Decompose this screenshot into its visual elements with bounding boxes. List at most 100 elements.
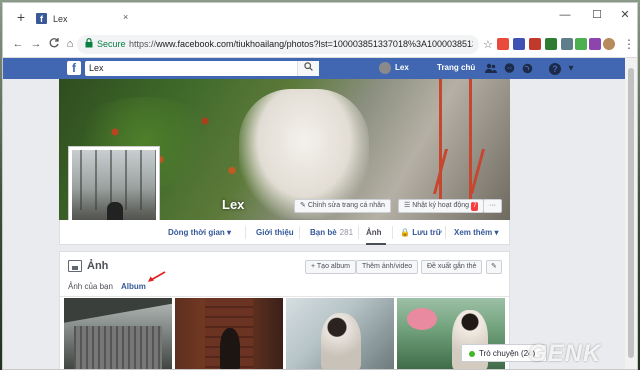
tab-photos[interactable]: Ảnh bbox=[366, 228, 382, 237]
online-status-icon bbox=[469, 351, 475, 357]
page-content: Lex ✎ Chỉnh sửa trang cá nhân ☰ Nhật ký … bbox=[3, 79, 625, 369]
more-options-button[interactable]: ··· bbox=[483, 199, 502, 213]
url-path: www.facebook.com/tiukhoailang/photos?lst… bbox=[156, 39, 473, 49]
edit-profile-label: Chỉnh sửa trang cá nhân bbox=[307, 202, 385, 209]
thumbnail-detail bbox=[64, 298, 172, 328]
bookmark-star-icon[interactable]: ☆ bbox=[483, 38, 493, 51]
photos-panel: Ảnh + Tạo album Thêm ảnh/video Đề xuất g… bbox=[59, 251, 510, 369]
pencil-icon: ✎ bbox=[491, 263, 497, 270]
activity-log-label: Nhật ký hoạt động bbox=[412, 202, 470, 209]
lock-icon bbox=[85, 38, 93, 50]
tab-close-icon[interactable]: × bbox=[123, 12, 128, 22]
url-scheme: https:// bbox=[129, 39, 157, 49]
user-name-link[interactable]: Lex bbox=[395, 63, 409, 72]
thumbnail-detail bbox=[220, 328, 240, 369]
thumbnail-detail bbox=[407, 308, 437, 330]
secure-label: Secure bbox=[97, 39, 126, 49]
url-text[interactable]: https://www.facebook.com/tiukhoailang/ph… bbox=[129, 39, 473, 49]
messages-icon[interactable] bbox=[503, 63, 515, 75]
extension-icon[interactable] bbox=[497, 38, 509, 50]
profile-name[interactable]: Lex bbox=[222, 197, 244, 212]
scrollbar[interactable] bbox=[625, 58, 637, 369]
divider bbox=[60, 296, 509, 297]
search-button[interactable] bbox=[297, 61, 319, 76]
suggest-tags-button[interactable]: Đề xuất gắn thẻ bbox=[421, 260, 483, 274]
help-icon[interactable]: ? bbox=[549, 63, 561, 75]
search-icon bbox=[304, 62, 313, 71]
edit-photos-button[interactable]: ✎ bbox=[486, 260, 502, 274]
home-link[interactable]: Trang chủ bbox=[437, 63, 475, 72]
tab-label: Bạn bè bbox=[310, 228, 337, 237]
edit-profile-button[interactable]: ✎ Chỉnh sửa trang cá nhân bbox=[294, 199, 391, 213]
tab-divider bbox=[445, 226, 446, 239]
reload-button[interactable] bbox=[47, 37, 61, 51]
minimize-button[interactable]: — bbox=[555, 7, 575, 23]
facebook-logo-icon[interactable]: f bbox=[67, 61, 81, 75]
album-tab[interactable]: Album bbox=[121, 282, 146, 291]
toolbar: ← → ⌂ Secure https://www.facebook.com/ti… bbox=[3, 31, 637, 58]
chat-label: Trò chuyện (24) bbox=[479, 349, 536, 358]
lock-icon: 🔒 bbox=[400, 228, 413, 237]
extension-icon[interactable] bbox=[513, 38, 525, 50]
photo-thumbnail[interactable] bbox=[64, 298, 172, 369]
chevron-down-icon: ▾ bbox=[227, 228, 232, 237]
reload-icon bbox=[49, 38, 59, 48]
browser-window: + f Lex × — ☐ ✕ ← → ⌂ Secure https://www… bbox=[2, 2, 638, 370]
address-bar[interactable]: Secure https://www.facebook.com/tiukhoai… bbox=[77, 35, 479, 54]
extension-icon[interactable] bbox=[575, 38, 587, 50]
thumbnail-detail bbox=[74, 326, 162, 369]
activity-log-button[interactable]: ☰ Nhật ký hoạt động 7 bbox=[398, 199, 485, 213]
add-photos-button[interactable]: Thêm ảnh/video bbox=[356, 260, 419, 274]
pencil-icon: ✎ bbox=[300, 202, 308, 209]
scrollbar-thumb[interactable] bbox=[628, 68, 634, 358]
home-button[interactable]: ⌂ bbox=[63, 37, 77, 51]
create-album-button[interactable]: + Tạo album bbox=[305, 260, 356, 274]
tab-friends[interactable]: Bạn bè 281 bbox=[310, 228, 353, 237]
menu-icon[interactable]: ⋮ bbox=[623, 37, 635, 51]
activity-badge: 7 bbox=[471, 202, 479, 211]
watermark-logo: GENK bbox=[528, 340, 602, 367]
back-button[interactable]: ← bbox=[11, 37, 25, 51]
active-tab-indicator bbox=[366, 243, 386, 245]
extension-icon[interactable] bbox=[545, 38, 557, 50]
tab-divider bbox=[299, 226, 300, 239]
photo-thumbnail[interactable] bbox=[175, 298, 283, 369]
tab-more[interactable]: Xem thêm ▾ bbox=[454, 228, 498, 237]
friends-icon[interactable] bbox=[485, 63, 497, 75]
profile-avatar-icon[interactable] bbox=[603, 38, 615, 50]
maximize-button[interactable]: ☐ bbox=[587, 7, 607, 23]
tab-title: Lex bbox=[53, 14, 68, 24]
red-arrow-icon bbox=[148, 271, 166, 282]
your-photos-tab[interactable]: Ảnh của bạn bbox=[68, 282, 113, 291]
browser-tab[interactable]: f Lex × bbox=[33, 9, 137, 31]
photo-thumbnail[interactable] bbox=[286, 298, 394, 369]
tab-timeline[interactable]: Dòng thời gian ▾ bbox=[168, 228, 231, 237]
facebook-header: f Lex Lex Trang chủ ? ▾ bbox=[3, 58, 625, 79]
forward-button[interactable]: → bbox=[29, 37, 43, 51]
user-avatar[interactable] bbox=[379, 62, 391, 74]
account-dropdown-icon[interactable]: ▾ bbox=[565, 63, 577, 75]
tab-label: Xem thêm bbox=[454, 228, 493, 237]
chevron-down-icon: ▾ bbox=[494, 228, 499, 237]
facebook-favicon-icon: f bbox=[36, 13, 47, 24]
globe-icon[interactable] bbox=[521, 63, 533, 75]
extension-icon[interactable] bbox=[529, 38, 541, 50]
search-value: Lex bbox=[89, 63, 104, 73]
photos-title: Ảnh bbox=[87, 260, 109, 272]
tab-label: Lưu trữ bbox=[412, 228, 442, 237]
tab-strip: + f Lex × — ☐ ✕ bbox=[3, 3, 637, 31]
profile-image-trees bbox=[72, 150, 156, 210]
list-icon: ☰ bbox=[404, 202, 413, 209]
extension-icon[interactable] bbox=[589, 38, 601, 50]
profile-tabs: Dòng thời gian ▾ Giới thiệu Bạn bè 281 Ản… bbox=[59, 220, 510, 245]
tab-divider bbox=[245, 226, 246, 239]
new-tab-button[interactable]: + bbox=[13, 9, 29, 25]
tab-about[interactable]: Giới thiệu bbox=[256, 228, 294, 237]
friends-count: 281 bbox=[339, 228, 354, 237]
close-window-button[interactable]: ✕ bbox=[615, 7, 635, 23]
tab-label: Dòng thời gian bbox=[168, 228, 225, 237]
facebook-search-input[interactable]: Lex bbox=[85, 61, 319, 76]
tab-archive[interactable]: 🔒 Lưu trữ bbox=[400, 228, 442, 237]
extension-icon[interactable] bbox=[561, 38, 573, 50]
photos-icon bbox=[68, 260, 82, 272]
